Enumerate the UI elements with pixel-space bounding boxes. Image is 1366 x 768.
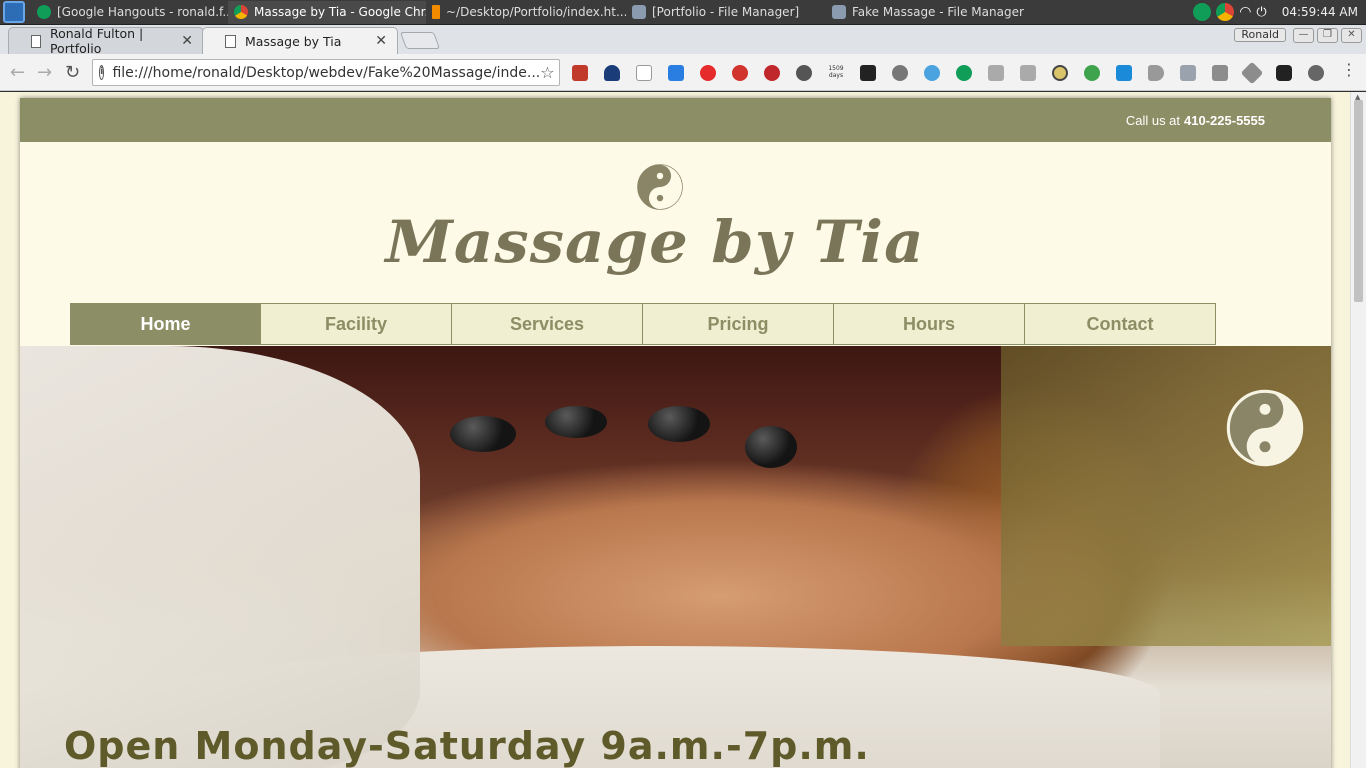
cloud-icon[interactable] <box>604 65 620 81</box>
close-tab-icon[interactable]: ✕ <box>181 33 193 49</box>
menu-icon[interactable]: ⋮ <box>1341 62 1357 79</box>
play-icon[interactable] <box>1148 65 1164 81</box>
hero-image: Open Monday-Saturday 9a.m.-7p.m. <box>20 346 1331 768</box>
r-icon[interactable] <box>1020 65 1036 81</box>
start-menu-icon[interactable] <box>3 1 25 23</box>
browser-toolbar: ← → ↻ i file:///home/ronald/Desktop/webd… <box>0 54 1366 91</box>
main-nav: Home Facility Services Pricing Hours Con… <box>70 303 1216 345</box>
back-icon[interactable]: ← <box>10 62 25 83</box>
url-text[interactable]: file:///home/ronald/Desktop/webdev/Fake%… <box>112 65 540 81</box>
tab-portfolio[interactable]: Ronald Fulton | Portfolio ✕ <box>8 26 204 56</box>
arrow-icon[interactable] <box>1180 65 1196 81</box>
tab-massage[interactable]: Massage by Tia ✕ <box>202 27 398 54</box>
yin-yang-logo-icon <box>637 164 683 210</box>
reload-icon[interactable]: ↻ <box>65 62 80 83</box>
bulb-icon[interactable] <box>1052 65 1068 81</box>
sublime-icon <box>432 5 440 19</box>
hot-stone <box>545 406 607 438</box>
nav-home[interactable]: Home <box>70 303 261 345</box>
profile-button[interactable]: Ronald <box>1234 28 1286 42</box>
hex-icon[interactable] <box>1276 65 1292 81</box>
new-tab-button[interactable] <box>399 32 441 49</box>
bookmark-star-icon[interactable]: ☆ <box>540 63 554 82</box>
mail-icon[interactable] <box>636 65 652 81</box>
timer-icon[interactable] <box>732 65 748 81</box>
hours-banner: Open Monday-Saturday 9a.m.-7p.m. <box>64 724 870 768</box>
brand-header: Massage by Tia <box>20 142 1331 303</box>
hero-towel <box>20 346 420 768</box>
minimize-button[interactable]: — <box>1293 28 1314 43</box>
nav-services[interactable]: Services <box>452 303 643 345</box>
mask-icon[interactable] <box>860 65 876 81</box>
page-scrollbar[interactable]: ▲ <box>1350 92 1366 768</box>
window-controls: — ❐ ✕ <box>1293 28 1362 43</box>
hot-stone <box>648 406 710 442</box>
book-icon[interactable] <box>572 65 588 81</box>
call-us-label: Call us at <box>1125 112 1181 128</box>
scrollbar-thumb[interactable] <box>1354 100 1363 302</box>
hangouts-icon[interactable] <box>956 65 972 81</box>
nav-contact[interactable]: Contact <box>1025 303 1216 345</box>
page-viewport: Call us at 410-225-5555 Massage by Tia H… <box>0 92 1366 768</box>
hot-stone <box>745 426 797 468</box>
nav-facility[interactable]: Facility <box>261 303 452 345</box>
page-icon <box>225 34 236 48</box>
download-icon[interactable] <box>668 65 684 81</box>
clock[interactable]: 04:59:44 AM <box>1282 5 1358 19</box>
hot-stone <box>450 416 516 452</box>
address-bar[interactable]: i file:///home/ronald/Desktop/webdev/Fak… <box>92 59 560 86</box>
opera-icon[interactable] <box>700 65 716 81</box>
system-tray: ◠ ⏻ 04:59:44 AM <box>1193 3 1366 21</box>
site-container: Call us at 410-225-5555 Massage by Tia H… <box>20 98 1331 768</box>
site-title: Massage by Tia <box>385 208 925 276</box>
task-chrome[interactable]: Massage by Tia - Google Chr... <box>228 0 426 24</box>
counter-icon[interactable]: 1509 days <box>826 65 846 81</box>
hangouts-tray-icon[interactable] <box>1193 3 1212 21</box>
folder-icon <box>832 5 846 19</box>
layers-icon[interactable] <box>1240 61 1264 85</box>
adblock-icon[interactable] <box>764 65 780 81</box>
chrome-icon <box>234 5 248 19</box>
task-hangouts[interactable]: [Google Hangouts - ronald.f... <box>31 1 228 24</box>
nav-pricing[interactable]: Pricing <box>643 303 834 345</box>
chrome-tray-icon[interactable] <box>1216 3 1235 21</box>
maximize-button[interactable]: ❐ <box>1317 28 1338 43</box>
steering-icon[interactable] <box>796 65 812 81</box>
yin-yang-hero-icon <box>1226 389 1304 467</box>
browser-tab-bar: Ronald Fulton | Portfolio ✕ Massage by T… <box>0 25 1366 56</box>
wifi-icon[interactable]: ◠ <box>1239 4 1251 20</box>
contact-bar: Call us at 410-225-5555 <box>20 98 1331 142</box>
forward-icon[interactable]: → <box>37 62 52 83</box>
phone-number[interactable]: 410-225-5555 <box>1184 113 1265 128</box>
power-plug-icon[interactable]: ⏻ <box>1256 5 1266 20</box>
info-icon[interactable]: i <box>99 65 105 80</box>
id-icon[interactable] <box>1084 65 1100 81</box>
nav-hours[interactable]: Hours <box>834 303 1025 345</box>
hangouts-icon <box>37 5 51 19</box>
task-file-manager-massage[interactable]: Fake Massage - File Manager <box>826 1 1036 24</box>
close-window-button[interactable]: ✕ <box>1341 28 1362 43</box>
t-icon[interactable] <box>988 65 1004 81</box>
clip-icon[interactable] <box>892 65 908 81</box>
s-icon[interactable] <box>1116 65 1132 81</box>
os-taskbar: [Google Hangouts - ronald.f... Massage b… <box>0 0 1366 25</box>
page-icon <box>31 34 41 48</box>
pulse-icon[interactable] <box>924 65 940 81</box>
close-tab-icon[interactable]: ✕ <box>375 33 387 49</box>
folder-icon <box>632 5 646 19</box>
task-file-manager-portfolio[interactable]: [Portfolio - File Manager] <box>626 1 826 24</box>
task-editor[interactable]: ~/Desktop/Portfolio/index.ht... <box>426 1 626 24</box>
gear-icon[interactable] <box>1308 65 1324 81</box>
camera-icon[interactable] <box>1212 65 1228 81</box>
